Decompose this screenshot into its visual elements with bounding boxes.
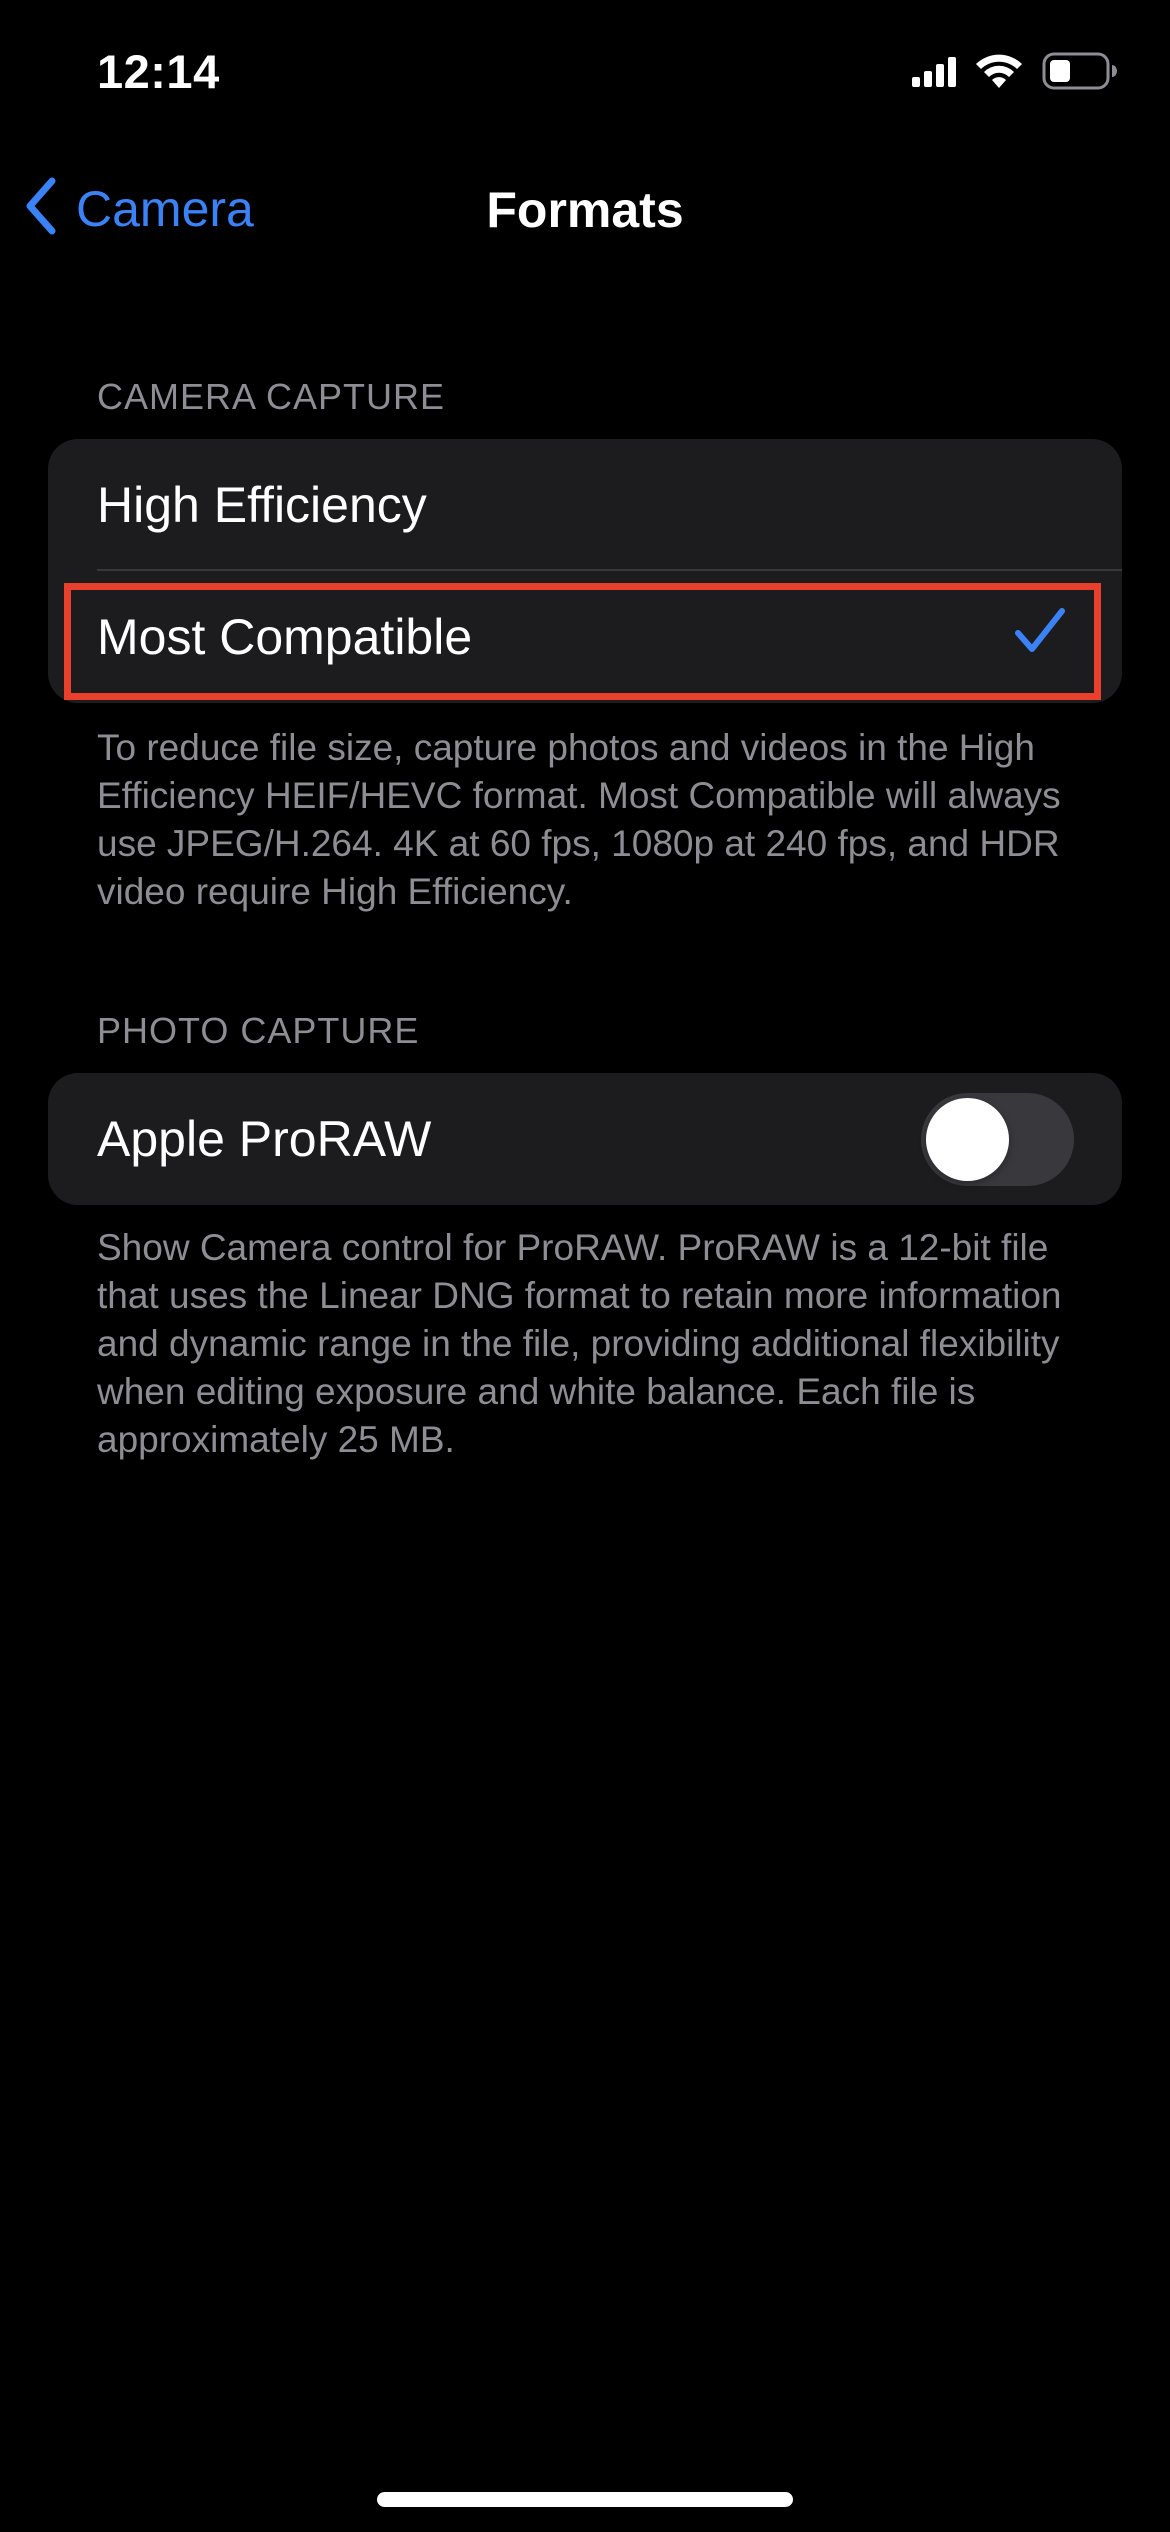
home-indicator[interactable] (377, 2492, 793, 2507)
photo-capture-footer: Show Camera control for ProRAW. ProRAW i… (97, 1227, 1062, 1460)
option-most-compatible[interactable]: Most Compatible (48, 571, 1122, 703)
proraw-row: Apple ProRAW (48, 1073, 1122, 1205)
section-header-camera-capture: CAMERA CAPTURE (97, 376, 446, 417)
status-time: 12:14 (97, 45, 220, 98)
navigation-bar: Camera Formats (0, 165, 1170, 255)
status-icons (912, 52, 1118, 95)
option-label: Most Compatible (97, 609, 473, 665)
option-high-efficiency[interactable]: High Efficiency (48, 439, 1122, 571)
camera-capture-footer: To reduce file size, capture photos and … (97, 727, 1061, 912)
toggle-knob (926, 1098, 1009, 1181)
option-label: High Efficiency (97, 477, 427, 533)
camera-capture-group: High Efficiency Most Compatible (48, 439, 1122, 703)
page-title: Formats (486, 182, 684, 238)
status-bar: 12:14 (0, 0, 1170, 150)
photo-capture-group: Apple ProRAW (48, 1073, 1122, 1205)
cellular-signal-icon (912, 55, 956, 92)
wifi-icon (976, 54, 1022, 93)
battery-icon (1042, 52, 1118, 95)
proraw-label: Apple ProRAW (97, 1111, 432, 1167)
proraw-toggle[interactable] (921, 1093, 1074, 1186)
section-header-photo-capture: PHOTO CAPTURE (97, 1010, 420, 1051)
checkmark-icon (1014, 605, 1066, 662)
